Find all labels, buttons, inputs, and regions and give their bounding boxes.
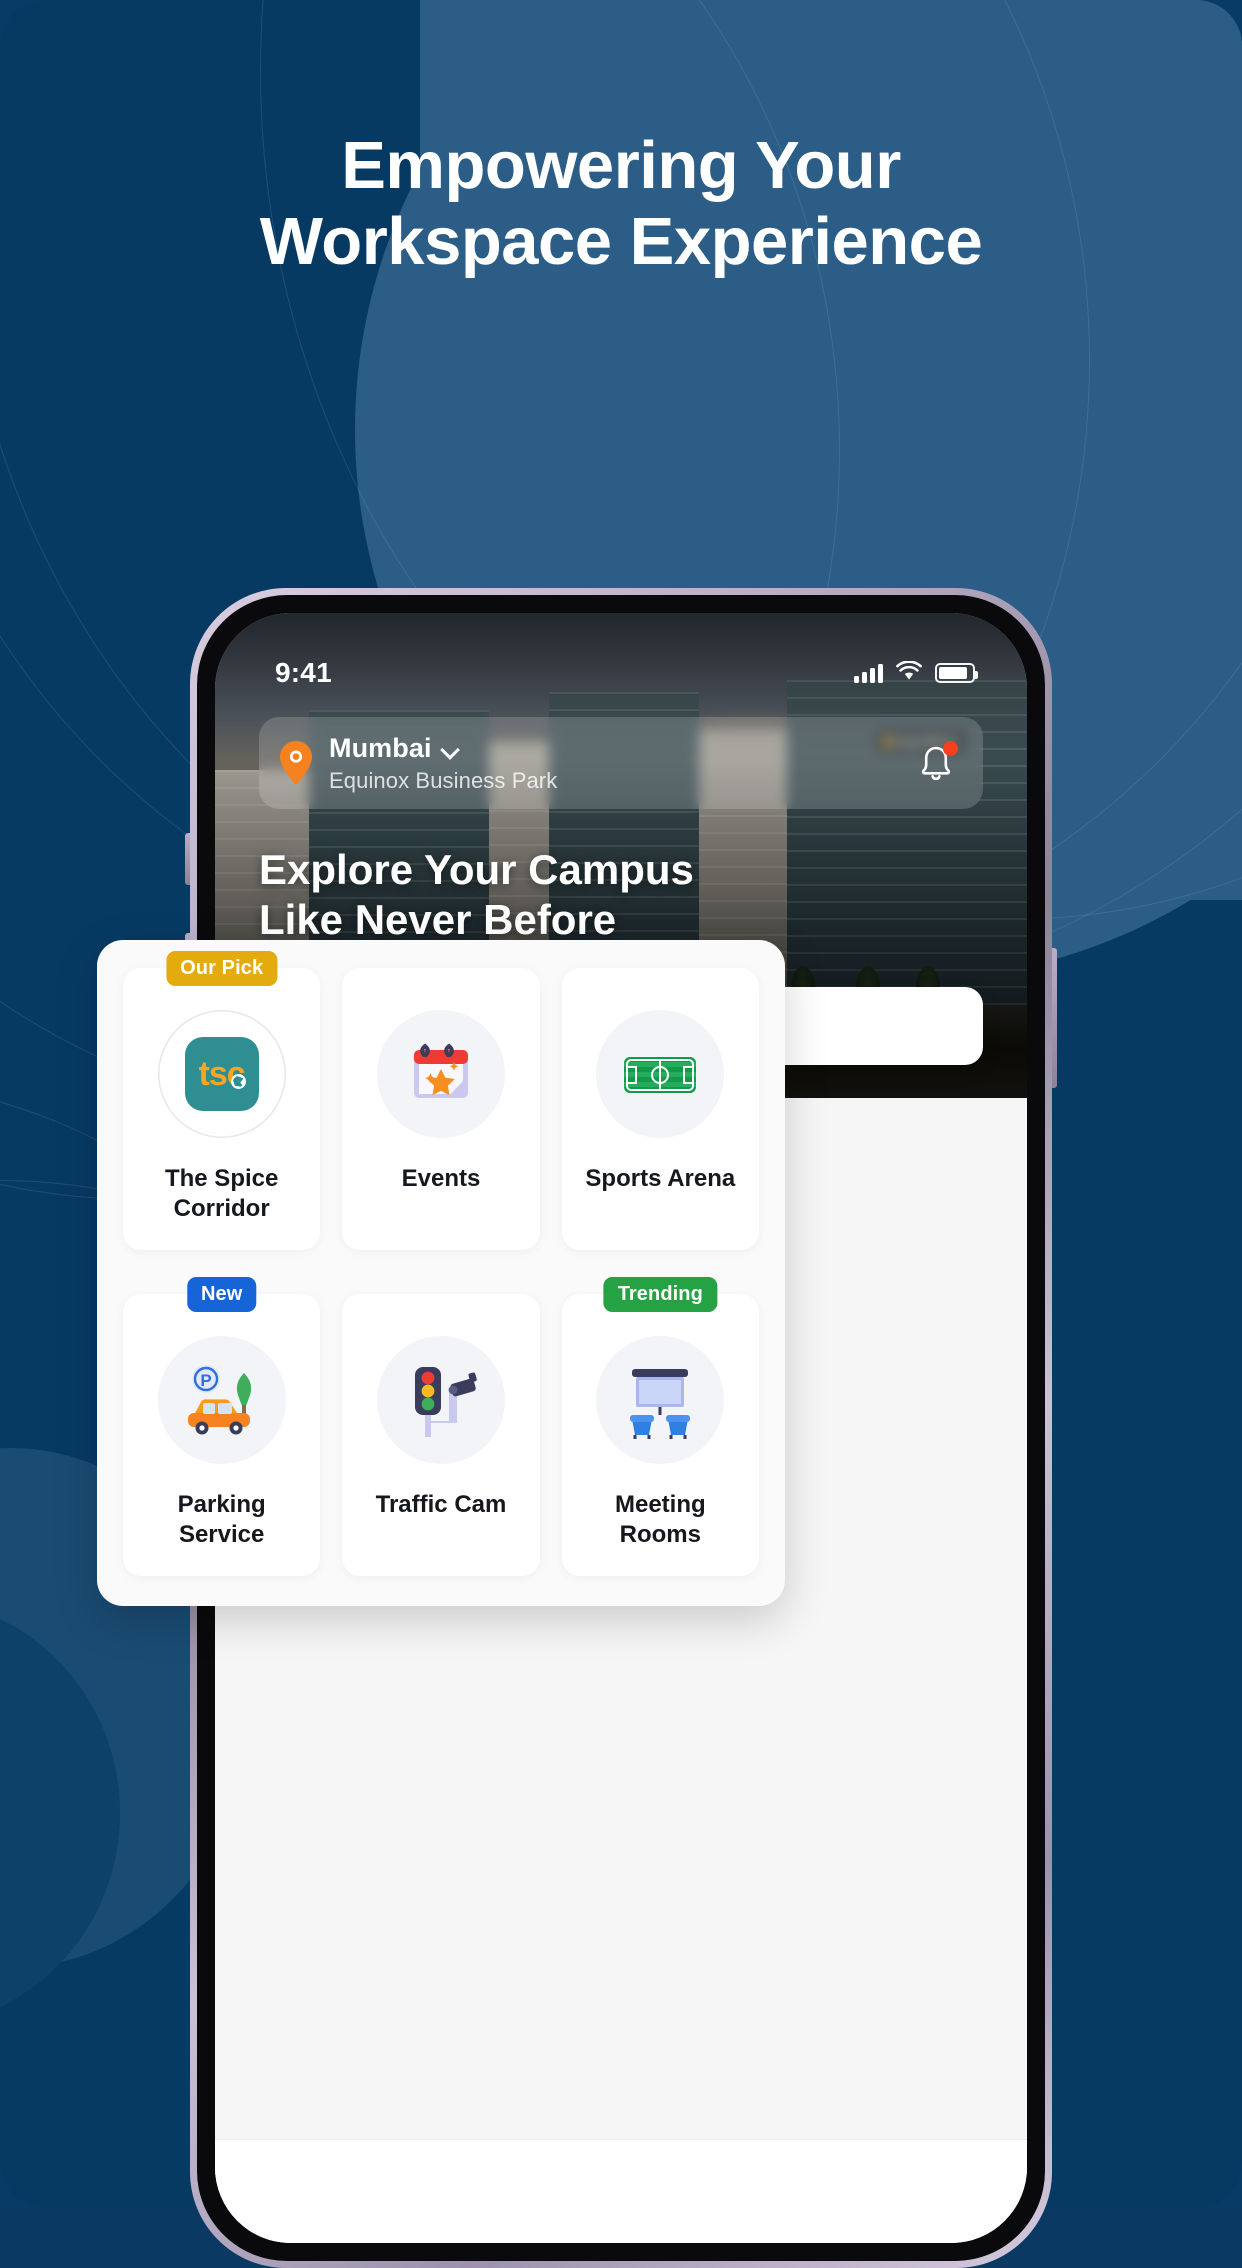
meeting-room-icon [596, 1336, 725, 1464]
headline-line-1: Empowering Your [341, 128, 901, 203]
services-grid-row-1: Our Pick tsc The Spice Corridor Events S… [123, 951, 759, 1250]
service-card-label: Parking Service [177, 1491, 266, 1548]
notification-badge-dot [943, 741, 958, 756]
page-headline: Empowering Your Workspace Experience [0, 128, 1242, 279]
location-city: Mumbai [329, 732, 432, 763]
globe-icon [230, 1074, 246, 1089]
chevron-down-icon[interactable] [442, 743, 459, 753]
service-card-label: The Spice Corridor [164, 1165, 279, 1222]
badge-new: New [186, 1277, 257, 1312]
status-icons [854, 659, 978, 686]
services-grid-row-2: New P Parking Service Traffic Cam Trendi… [123, 1277, 759, 1576]
bottom-nav-bar[interactable] [215, 2139, 1027, 2243]
service-card-label: Events [401, 1165, 481, 1192]
service-card-meeting-rooms[interactable]: Trending Meeting Rooms [561, 1277, 759, 1576]
location-city-row: Mumbai [329, 733, 913, 764]
tsc-logo-mark: tsc [184, 1037, 259, 1111]
badge-trending: Trending [603, 1277, 717, 1312]
tsc-logo-icon: tsc [157, 1010, 286, 1138]
phone-button-power [1052, 948, 1057, 1088]
services-grid-panel: Our Pick tsc The Spice Corridor Events S… [97, 940, 785, 1606]
signal-bars-icon [854, 663, 883, 683]
location-texts: Mumbai Equinox Business Park [329, 733, 913, 794]
svg-text:P: P [200, 1371, 211, 1390]
battery-icon [935, 663, 978, 683]
hero-title: Explore Your Campus Like Never Before [259, 845, 819, 944]
calendar-star-icon [376, 1010, 505, 1138]
location-header[interactable]: Mumbai Equinox Business Park [259, 717, 983, 809]
wifi-icon [896, 659, 922, 686]
notification-bell-icon[interactable] [913, 740, 959, 786]
location-pin-icon [279, 740, 313, 786]
service-card-events[interactable]: Events [342, 968, 540, 1250]
parking-car-icon: P [157, 1336, 286, 1464]
service-card-label: Meeting Rooms [614, 1491, 706, 1548]
location-subtitle: Equinox Business Park [329, 767, 558, 793]
service-card-the-spice-corridor[interactable]: Our Pick tsc The Spice Corridor [123, 951, 321, 1250]
traffic-light-camera-icon [376, 1336, 505, 1464]
service-card-label: Sports Arena [585, 1165, 736, 1192]
status-time: 9:41 [275, 657, 332, 688]
service-card-sports-arena[interactable]: Sports Arena [561, 968, 759, 1250]
soccer-field-icon [596, 1010, 725, 1138]
hero-title-line-1: Explore Your Campus [259, 846, 694, 893]
headline-line-2: Workspace Experience [259, 203, 983, 279]
hero-title-line-2: Like Never Before [259, 895, 617, 943]
service-card-traffic-cam[interactable]: Traffic Cam [342, 1294, 540, 1576]
badge-our-pick: Our Pick [166, 951, 278, 986]
service-card-parking-service[interactable]: New P Parking Service [123, 1277, 321, 1576]
service-card-label: Traffic Cam [375, 1491, 507, 1518]
status-bar: 9:41 [215, 613, 1027, 705]
